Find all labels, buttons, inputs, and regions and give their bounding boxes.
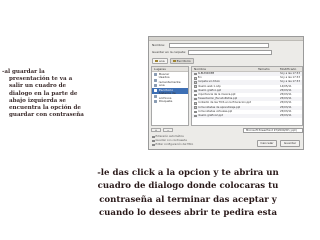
desktop-folder-icon [172, 60, 176, 62]
file-modified-cell: 25/03/11 [280, 113, 292, 117]
file-list: Nombre Tamaño Modificado ALBUM4WEB hoy a … [191, 66, 303, 126]
instruction-bottom-text: -le das click a la opcion y te abrira un… [97, 168, 279, 219]
file-icon [194, 81, 197, 84]
file-icon [194, 93, 197, 97]
save-as-dialog: Nombre: Guardar en la carpeta: ana Escri… [148, 36, 304, 150]
file-icon [194, 110, 197, 114]
path-crumb-label: ana [159, 59, 165, 63]
home-folder-icon [155, 60, 158, 62]
file-icon [194, 77, 197, 80]
dialog-topbar [149, 37, 303, 41]
column-modified-header[interactable]: Modificado [278, 67, 302, 71]
file-icon [194, 114, 197, 118]
sidebar-item-label: Disquete [159, 98, 173, 103]
desktop-icon [154, 89, 157, 93]
places-buttons: + − [151, 128, 173, 132]
filename-row: Nombre: [152, 42, 269, 48]
cancel-button[interactable]: Cancelar [257, 140, 277, 147]
file-icon [194, 106, 197, 109]
filename-input[interactable] [168, 42, 269, 48]
filename-label: Nombre: [152, 43, 165, 47]
path-crumb-current[interactable]: Escritorio [169, 58, 194, 64]
option-checkbox[interactable] [152, 139, 155, 143]
home-icon [154, 83, 157, 87]
file-icon [194, 85, 197, 88]
option-checkbox[interactable] [152, 135, 155, 139]
floppy-icon [154, 100, 157, 104]
save-in-label: Guardar en la carpeta: [152, 50, 186, 54]
places-panel: Lugares Buscar Usados recientemente ana Esc… [151, 66, 189, 126]
file-type-filter[interactable]: Microsoft PowerPoint 97/2000/XP (.ppt) [243, 128, 303, 133]
file-icon [194, 89, 197, 93]
clock-icon [154, 78, 157, 82]
option-checkbox[interactable] [152, 143, 155, 147]
option-label: Editar configuración del filtro [155, 143, 194, 146]
search-icon [154, 73, 157, 77]
path-crumb-label: Escritorio [176, 59, 191, 63]
save-option[interactable]: Editar configuración del filtro [152, 143, 193, 147]
save-options: Extensión automática Guardar con contrase… [152, 135, 193, 147]
save-button[interactable]: Guardar [280, 140, 300, 147]
drive-icon [154, 94, 157, 98]
file-icon [194, 102, 197, 105]
path-crumb-home[interactable]: ana [152, 58, 168, 64]
column-name-header[interactable]: Nombre [192, 67, 256, 71]
remove-place-button[interactable]: − [163, 128, 173, 132]
file-row[interactable]: Diseño grafico2.ppt 25/03/11 [192, 113, 302, 119]
instruction-left-text: -al guardar la presentación te va a sali… [2, 69, 84, 119]
column-size-header[interactable]: Tamaño [256, 67, 278, 71]
file-name: Diseño grafico2.ppt [197, 113, 223, 117]
save-in-row: Guardar en la carpeta: [152, 49, 272, 55]
add-place-button[interactable]: + [151, 128, 161, 132]
save-in-combo[interactable] [188, 49, 272, 55]
file-icon [194, 72, 197, 76]
file-icon [194, 97, 197, 101]
file-name-cell: Diseño grafico2.ppt [192, 114, 256, 118]
dialog-actions: Cancelar Guardar [257, 140, 300, 147]
path-bar: ana Escritorio [152, 58, 194, 64]
